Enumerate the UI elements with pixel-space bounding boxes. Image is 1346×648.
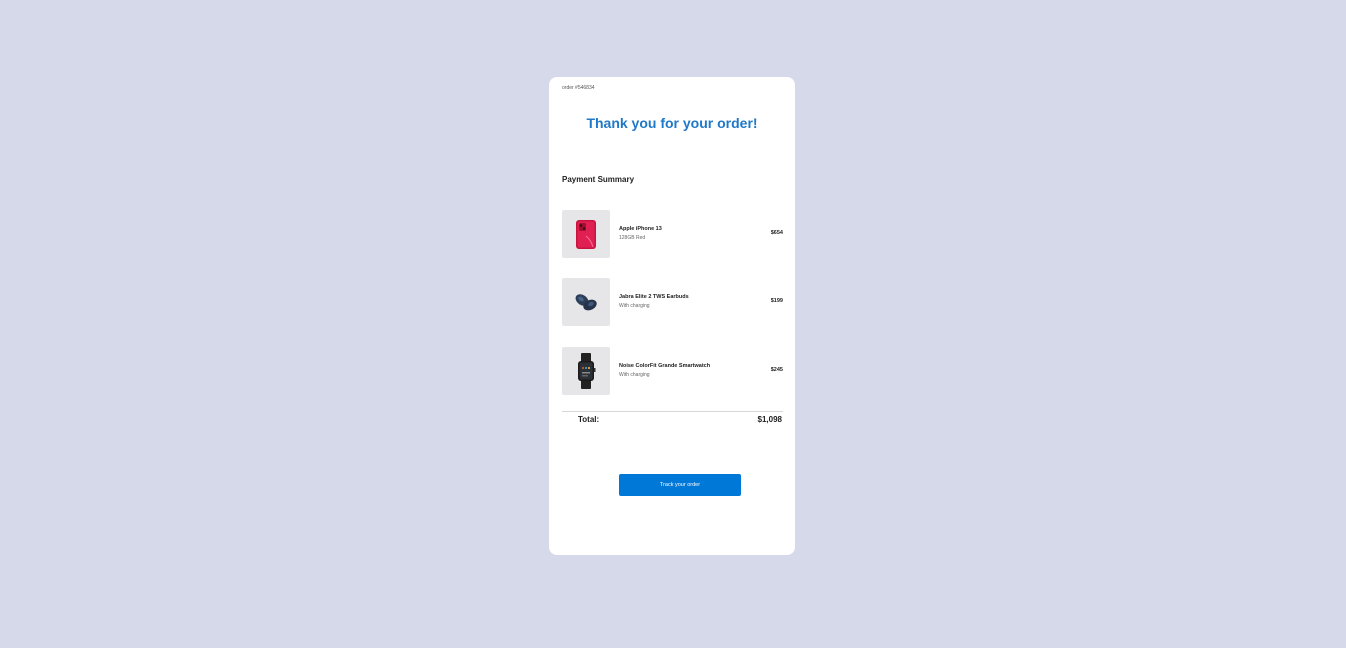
order-number: order #546834 bbox=[562, 85, 595, 91]
total-divider bbox=[562, 411, 783, 412]
item-description: With charging bbox=[619, 303, 650, 309]
item-price: $199 bbox=[770, 298, 783, 304]
smartwatch-icon bbox=[578, 353, 596, 389]
total-value: $1,098 bbox=[757, 415, 782, 424]
item-price: $654 bbox=[770, 230, 783, 236]
item-name: Noise ColorFit Grande Smartwatch bbox=[619, 363, 711, 369]
phone-image bbox=[562, 210, 610, 258]
item-name: Jabra Elite 2 TWS Earbuds bbox=[619, 294, 689, 300]
payment-summary-heading: Payment Summary bbox=[562, 175, 635, 184]
item-price: $245 bbox=[770, 367, 783, 373]
item-description: With charging bbox=[619, 372, 650, 378]
order-item: Jabra Elite 2 TWS Earbuds With charging … bbox=[562, 278, 783, 326]
order-item: Noise ColorFit Grande Smartwatch With ch… bbox=[562, 347, 783, 395]
page-title: Thank you for your order! bbox=[586, 115, 758, 131]
earbuds-icon bbox=[575, 294, 597, 311]
smartwatch-image bbox=[562, 347, 610, 395]
track-order-button[interactable]: Track your order bbox=[619, 474, 741, 496]
phone-icon bbox=[576, 220, 596, 249]
total-label: Total: bbox=[578, 415, 600, 424]
earbuds-image bbox=[562, 278, 610, 326]
order-item: Apple iPhone 13 128GB Red $654 bbox=[562, 210, 783, 258]
item-name: Apple iPhone 13 bbox=[619, 226, 662, 232]
item-description: 128GB Red bbox=[619, 235, 646, 241]
order-confirmation-card: order #546834 Thank you for your order! … bbox=[549, 77, 795, 555]
